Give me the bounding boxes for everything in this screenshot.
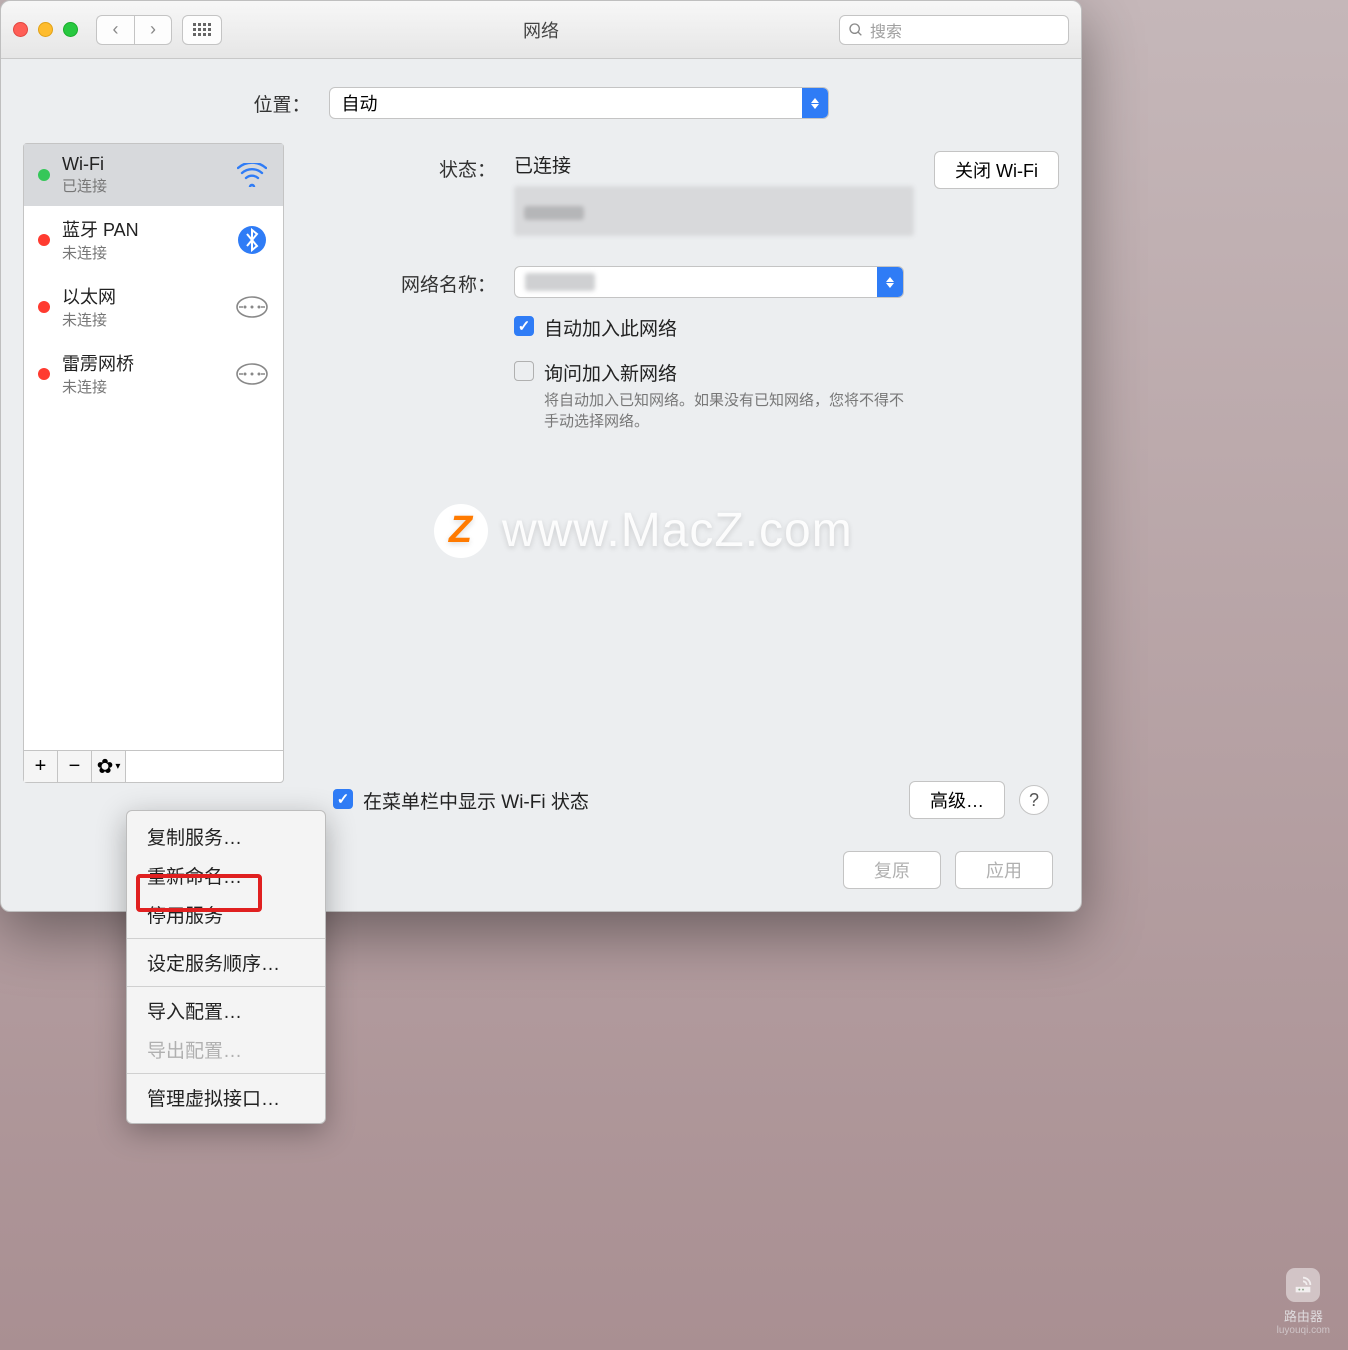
select-stepper-icon xyxy=(877,267,903,297)
service-item-thunderbolt[interactable]: 雷雳网桥 未连接 xyxy=(24,340,283,407)
menu-export-config: 导出配置… xyxy=(127,1030,325,1069)
bluetooth-icon xyxy=(235,223,269,257)
ask-join-checkbox-row[interactable]: 询问加入新网络 将自动加入已知网络。如果没有已知网络，您将不得不手动选择网络。 xyxy=(514,359,1059,432)
menu-rename-service[interactable]: 重新命名… xyxy=(127,856,325,895)
checkbox-checked-icon xyxy=(514,316,534,336)
sidebar-toolbar: + − ✿▾ xyxy=(24,750,283,782)
service-actions-button[interactable]: ✿▾ xyxy=(92,751,126,782)
corner-watermark: 路由器 luyouqi.com xyxy=(1277,1268,1330,1336)
redacted-connection-info xyxy=(514,186,914,236)
show-all-button[interactable] xyxy=(182,15,222,45)
revert-button[interactable]: 复原 xyxy=(843,851,941,889)
corner-url: luyouqi.com xyxy=(1277,1325,1330,1336)
wifi-icon xyxy=(235,158,269,192)
ask-join-label: 询问加入新网络 xyxy=(544,359,914,386)
forward-button[interactable]: › xyxy=(134,15,172,45)
menu-disable-service[interactable]: 停用服务 xyxy=(127,895,325,934)
add-service-button[interactable]: + xyxy=(24,751,58,782)
auto-join-checkbox-row[interactable]: 自动加入此网络 xyxy=(514,314,1059,341)
detail-pane: 状态： 已连接 关闭 Wi-Fi 网络名称： xyxy=(304,143,1059,783)
status-label: 状态： xyxy=(304,151,514,236)
network-prefs-window: ‹ › 网络 搜索 位置： 自动 Wi-Fi 已连接 xyxy=(0,0,1082,912)
service-list: Wi-Fi 已连接 蓝牙 PAN 未连接 xyxy=(24,144,283,750)
service-status: 未连接 xyxy=(62,376,223,397)
ask-join-help: 将自动加入已知网络。如果没有已知网络，您将不得不手动选择网络。 xyxy=(544,390,914,432)
help-button[interactable]: ? xyxy=(1019,785,1049,815)
menu-separator xyxy=(127,986,325,987)
checkbox-unchecked-icon xyxy=(514,361,534,381)
menu-duplicate-service[interactable]: 复制服务… xyxy=(127,817,325,856)
watermark-text: www.MacZ.com xyxy=(502,503,853,558)
watermark-logo-icon: Z xyxy=(434,504,488,558)
status-dot-icon xyxy=(38,234,50,246)
show-menubar-checkbox-row[interactable]: 在菜单栏中显示 Wi-Fi 状态 xyxy=(333,787,589,814)
window-title: 网络 xyxy=(523,17,559,43)
search-placeholder: 搜索 xyxy=(870,18,902,42)
select-stepper-icon xyxy=(802,88,828,118)
corner-label: 路由器 xyxy=(1277,1306,1330,1325)
redacted-network-name xyxy=(525,273,595,291)
menu-separator xyxy=(127,1073,325,1074)
minimize-window-button[interactable] xyxy=(38,22,53,37)
service-name: 蓝牙 PAN xyxy=(62,216,223,242)
traffic-lights xyxy=(13,22,78,37)
service-actions-menu: 复制服务… 重新命名… 停用服务 设定服务顺序… 导入配置… 导出配置… 管理虚… xyxy=(126,810,326,1124)
chevron-down-icon: ▾ xyxy=(115,761,120,772)
service-status: 未连接 xyxy=(62,242,223,263)
service-sidebar: Wi-Fi 已连接 蓝牙 PAN 未连接 xyxy=(23,143,284,783)
bottom-options-row: 在菜单栏中显示 Wi-Fi 状态 高级… ? xyxy=(311,781,1071,819)
search-icon xyxy=(848,22,864,38)
auto-join-label: 自动加入此网络 xyxy=(544,314,677,341)
service-status: 已连接 xyxy=(62,175,223,196)
service-item-wifi[interactable]: Wi-Fi 已连接 xyxy=(24,144,283,206)
footer-buttons: 复原 应用 xyxy=(843,851,1053,889)
apply-button[interactable]: 应用 xyxy=(955,851,1053,889)
status-value: 已连接 xyxy=(514,151,914,178)
service-name: 雷雳网桥 xyxy=(62,350,223,376)
menu-separator xyxy=(127,938,325,939)
status-dot-icon xyxy=(38,368,50,380)
menu-manage-virtual-interfaces[interactable]: 管理虚拟接口… xyxy=(127,1078,325,1117)
status-dot-icon xyxy=(38,301,50,313)
service-name: Wi-Fi xyxy=(62,154,223,175)
back-button[interactable]: ‹ xyxy=(96,15,134,45)
nav-buttons: ‹ › xyxy=(96,15,172,45)
thunderbolt-bridge-icon xyxy=(235,357,269,391)
advanced-button[interactable]: 高级… xyxy=(909,781,1005,819)
zoom-window-button[interactable] xyxy=(63,22,78,37)
network-name-select[interactable] xyxy=(514,266,904,298)
service-item-bluetooth[interactable]: 蓝牙 PAN 未连接 xyxy=(24,206,283,273)
show-menubar-label: 在菜单栏中显示 Wi-Fi 状态 xyxy=(363,787,589,814)
network-name-label: 网络名称： xyxy=(304,266,514,298)
service-item-ethernet[interactable]: 以太网 未连接 xyxy=(24,273,283,340)
ethernet-icon xyxy=(235,290,269,324)
location-label: 位置： xyxy=(253,90,310,117)
service-name: 以太网 xyxy=(62,283,223,309)
location-value: 自动 xyxy=(342,90,378,116)
status-dot-icon xyxy=(38,169,50,181)
search-field[interactable]: 搜索 xyxy=(839,15,1069,45)
menu-set-service-order[interactable]: 设定服务顺序… xyxy=(127,943,325,982)
router-icon xyxy=(1286,1268,1320,1302)
gear-icon: ✿ xyxy=(97,754,114,779)
close-window-button[interactable] xyxy=(13,22,28,37)
checkbox-checked-icon xyxy=(333,789,353,809)
turn-wifi-off-button[interactable]: 关闭 Wi-Fi xyxy=(934,151,1059,189)
watermark: Z www.MacZ.com xyxy=(434,503,853,558)
titlebar: ‹ › 网络 搜索 xyxy=(1,1,1081,59)
grid-icon xyxy=(193,23,211,36)
location-select[interactable]: 自动 xyxy=(329,87,829,119)
service-status: 未连接 xyxy=(62,309,223,330)
remove-service-button[interactable]: − xyxy=(58,751,92,782)
location-row: 位置： 自动 xyxy=(1,59,1081,143)
menu-import-config[interactable]: 导入配置… xyxy=(127,991,325,1030)
